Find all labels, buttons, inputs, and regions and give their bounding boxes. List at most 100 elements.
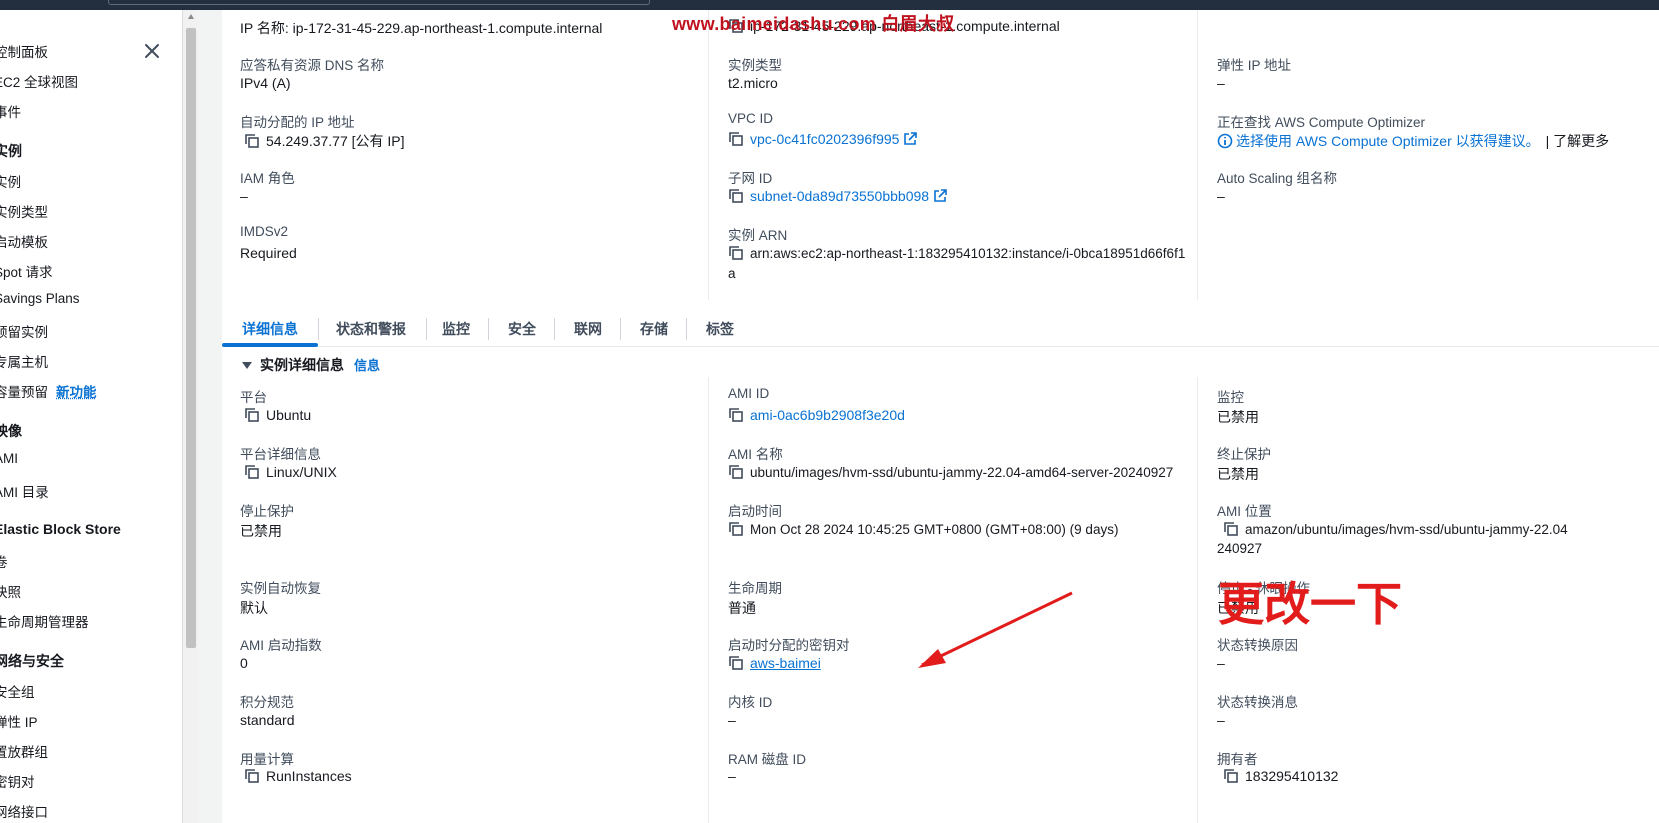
platform-detail-value: Linux/UNIX bbox=[244, 464, 337, 480]
copy-icon[interactable] bbox=[728, 464, 744, 480]
copy-icon[interactable] bbox=[244, 407, 260, 423]
auto-ip-value: 54.249.37.77 [公有 IP] bbox=[244, 131, 405, 151]
tab-monitoring[interactable]: 监控 bbox=[442, 319, 470, 339]
ip-name-value: IP 名称: ip-172-31-45-229.ap-northeast-1.c… bbox=[240, 20, 603, 36]
sidebar-item-label: 专属主机 bbox=[0, 355, 48, 370]
auto-recovery-value: 默认 bbox=[240, 600, 268, 616]
copy-icon[interactable] bbox=[244, 768, 260, 784]
tab-status-alarms[interactable]: 状态和警报 bbox=[336, 319, 406, 339]
copy-icon[interactable] bbox=[244, 464, 260, 480]
subnet-link[interactable]: subnet-0da89d73550bbb098 bbox=[750, 188, 929, 204]
sidebar-item-label: 网络与安全 bbox=[0, 653, 64, 669]
usage-value: RunInstances bbox=[244, 768, 352, 784]
owner-value: 183295410132 bbox=[1223, 768, 1338, 784]
tab-security[interactable]: 安全 bbox=[508, 319, 536, 339]
sidebar-item[interactable]: Savings Plans bbox=[0, 291, 80, 306]
sidebar-item-label: 卷 bbox=[0, 555, 8, 570]
platform-detail-label: 平台详细信息 bbox=[240, 447, 321, 462]
copy-icon[interactable] bbox=[728, 131, 744, 147]
sidebar-item[interactable]: 置放群组 bbox=[0, 741, 48, 761]
watermark-text: www.baimeidashu.com 白眉大叔 bbox=[672, 14, 955, 34]
sidebar-item[interactable]: 容量预留 新功能 bbox=[0, 381, 97, 401]
sidebar-section-heading: 网络与安全 bbox=[0, 651, 64, 671]
platform-label: 平台 bbox=[240, 390, 267, 405]
monitor-value: 已禁用 bbox=[1217, 409, 1259, 425]
sidebar-item[interactable]: Spot 请求 bbox=[0, 261, 53, 281]
caret-down-icon[interactable] bbox=[242, 362, 252, 369]
sidebar-item[interactable]: 网络接口 bbox=[0, 801, 48, 821]
scroll-up-icon[interactable] bbox=[188, 14, 194, 19]
eip-value: – bbox=[1217, 75, 1225, 91]
sidebar-item-label: 控制面板 bbox=[0, 45, 48, 60]
optimizer-value: 选择使用 AWS Compute Optimizer 以获得建议。 | 了解更多 bbox=[1217, 131, 1609, 151]
instance-type-label: 实例类型 bbox=[728, 58, 782, 73]
copy-icon[interactable] bbox=[1223, 521, 1239, 537]
kernel-value: – bbox=[728, 712, 736, 728]
copy-icon[interactable] bbox=[728, 521, 744, 537]
ami-id-link[interactable]: ami-0ac6b9b2908f3e20d bbox=[750, 407, 905, 423]
sidebar-item[interactable]: 实例类型 bbox=[0, 201, 48, 221]
sidebar-item[interactable]: 预留实例 bbox=[0, 321, 48, 341]
ami-id-value: ami-0ac6b9b2908f3e20d bbox=[728, 407, 905, 423]
tab-details[interactable]: 详细信息 bbox=[242, 319, 298, 339]
vpc-link[interactable]: vpc-0c41fc0202396f995 bbox=[750, 131, 899, 147]
iam-value: – bbox=[240, 188, 248, 204]
sidebar-item[interactable]: AMI 目录 bbox=[0, 481, 49, 501]
ami-location-wrap: 240927 bbox=[1217, 541, 1263, 556]
sidebar-section-heading: 映像 bbox=[0, 421, 22, 441]
optimizer-link[interactable]: 选择使用 AWS Compute Optimizer 以获得建议。 bbox=[1236, 133, 1540, 149]
sidebar-item[interactable]: 生命周期管理器 bbox=[0, 611, 89, 631]
copy-icon[interactable] bbox=[1223, 768, 1239, 784]
external-link-icon[interactable] bbox=[933, 189, 947, 203]
sidebar-item[interactable]: AMI bbox=[0, 451, 18, 466]
sidebar-item[interactable]: 安全组 bbox=[0, 681, 35, 701]
sidebar-item[interactable]: 实例 bbox=[0, 171, 21, 191]
sidebar-scrollbar[interactable] bbox=[182, 10, 199, 823]
learn-more-link[interactable]: | 了解更多 bbox=[1546, 133, 1610, 149]
sidebar-item-label: 启动模板 bbox=[0, 235, 48, 250]
tab-tags[interactable]: 标签 bbox=[706, 319, 734, 339]
monitor-label: 监控 bbox=[1217, 390, 1244, 405]
sidebar-item-label: 置放群组 bbox=[0, 745, 48, 760]
close-icon[interactable] bbox=[142, 41, 162, 61]
instance-type-value: t2.micro bbox=[728, 75, 778, 91]
credit-value: standard bbox=[240, 712, 295, 728]
sidebar-item[interactable]: 控制面板 bbox=[0, 41, 48, 61]
global-search-box[interactable] bbox=[108, 0, 650, 5]
sidebar-item[interactable]: 弹性 IP bbox=[0, 711, 38, 731]
copy-icon[interactable] bbox=[244, 133, 260, 149]
sidebar-item[interactable]: 密钥对 bbox=[0, 771, 35, 791]
arn-label: 实例 ARN bbox=[728, 228, 788, 243]
sidebar-item[interactable]: 专属主机 bbox=[0, 351, 48, 371]
sidebar-item[interactable]: EC2 全球视图 bbox=[0, 71, 78, 91]
tab-networking[interactable]: 联网 bbox=[574, 319, 602, 339]
imds-value: Required bbox=[240, 245, 297, 261]
sidebar-item-label: 映像 bbox=[0, 423, 22, 439]
state-reason-value: – bbox=[1217, 655, 1225, 671]
ami-launch-index-label: AMI 启动指数 bbox=[240, 638, 322, 653]
copy-icon[interactable] bbox=[728, 407, 744, 423]
dns-label: 应答私有资源 DNS 名称 bbox=[240, 58, 385, 73]
info-link[interactable]: 信息 bbox=[354, 358, 380, 373]
key-pair-link[interactable]: aws-baimei bbox=[750, 655, 821, 671]
sidebar-item-label: Spot 请求 bbox=[0, 265, 53, 280]
lifecycle-label: 生命周期 bbox=[728, 581, 782, 596]
copy-icon[interactable] bbox=[728, 188, 744, 204]
sidebar-item-label: EC2 全球视图 bbox=[0, 75, 79, 90]
sidebar-item[interactable]: 快照 bbox=[0, 581, 21, 601]
tab-storage[interactable]: 存储 bbox=[640, 319, 668, 339]
scrollbar-thumb[interactable] bbox=[186, 28, 196, 648]
main-content: IP 名称: ip-172-31-45-229.ap-northeast-1.c… bbox=[198, 10, 1659, 823]
key-pair-value: aws-baimei bbox=[728, 655, 821, 671]
new-feature-badge[interactable]: 新功能 bbox=[56, 385, 97, 400]
subnet-label: 子网 ID bbox=[728, 171, 773, 186]
sidebar-item[interactable]: 事件 bbox=[0, 101, 21, 121]
external-link-icon[interactable] bbox=[903, 132, 918, 146]
copy-icon[interactable] bbox=[728, 245, 744, 261]
copy-icon[interactable] bbox=[728, 655, 744, 671]
sidebar-item[interactable]: 启动模板 bbox=[0, 231, 48, 251]
sidebar-item-label: 网络接口 bbox=[0, 805, 48, 820]
section-title[interactable]: 实例详细信息 信息 bbox=[242, 355, 380, 375]
sidebar-item[interactable]: 卷 bbox=[0, 551, 8, 571]
term-protect-value: 已禁用 bbox=[1217, 466, 1259, 482]
